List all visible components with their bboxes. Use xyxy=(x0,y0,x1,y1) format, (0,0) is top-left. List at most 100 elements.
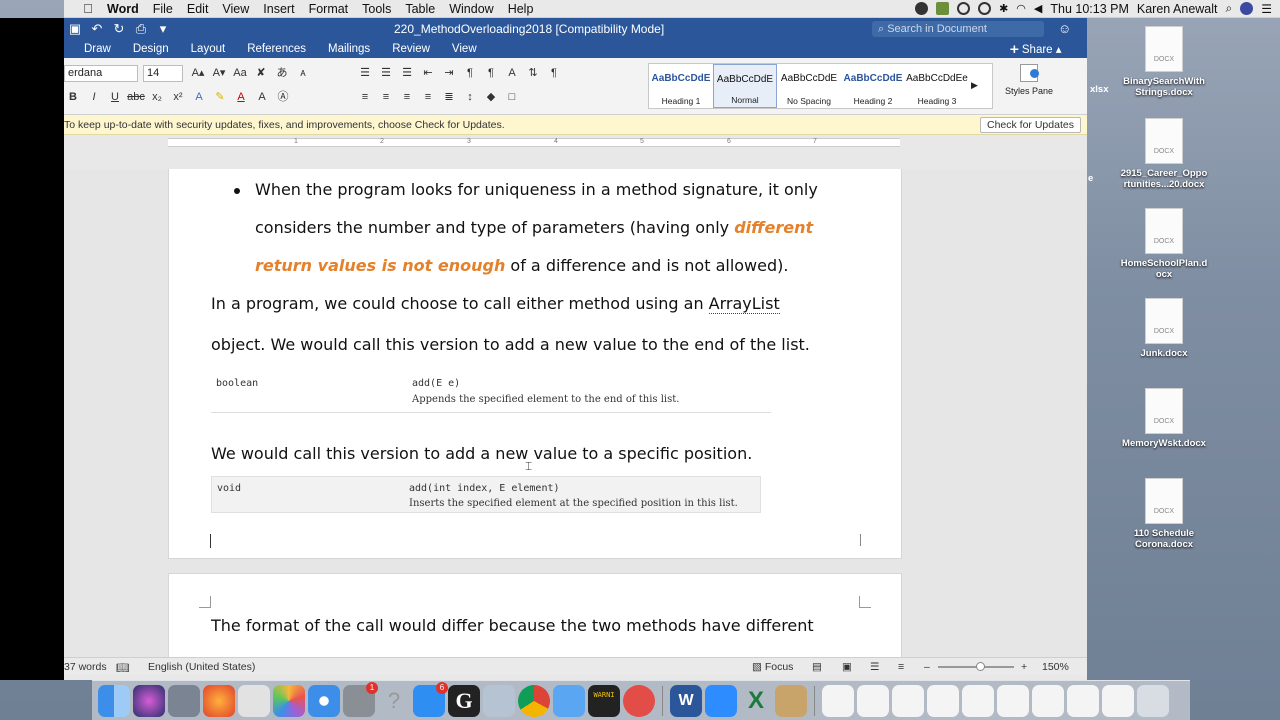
style-heading-2[interactable]: AaBbCcDdE Heading 2 xyxy=(841,64,905,108)
page-1[interactable]: When the program looks for uniqueness in… xyxy=(168,169,902,559)
multilevel-list-icon[interactable]: ☰ xyxy=(398,64,416,82)
word-count[interactable]: 37 words xyxy=(64,661,107,673)
redo-icon[interactable]: ↻ xyxy=(108,21,130,37)
minimized-window-thumbnail[interactable] xyxy=(997,684,1029,717)
tab-layout[interactable]: Layout xyxy=(180,43,237,55)
app-store-icon[interactable]: 6 xyxy=(413,681,448,717)
italic-icon[interactable]: I xyxy=(85,88,103,106)
volume-icon[interactable]: ◀ xyxy=(1034,2,1042,15)
user-name[interactable]: Karen Anewalt xyxy=(1137,2,1218,16)
web-layout-view-icon[interactable]: ▣ xyxy=(842,661,852,673)
styles-pane-button[interactable]: Styles Pane xyxy=(1004,64,1054,96)
distributed-icon[interactable]: ≣ xyxy=(440,88,458,106)
minimized-window-thumbnail[interactable] xyxy=(1102,684,1134,717)
underline-icon[interactable]: U xyxy=(106,88,124,106)
tab-view[interactable]: View xyxy=(441,43,488,55)
photos-icon[interactable] xyxy=(273,684,305,717)
font-name-select[interactable]: erdana xyxy=(64,64,138,82)
desktop-file-icon[interactable]: 2915_Career_Oppo rtunities...20.docx xyxy=(1114,118,1214,190)
style-no-spacing[interactable]: AaBbCcDdE No Spacing xyxy=(777,64,841,108)
record-icon[interactable] xyxy=(915,2,929,15)
sort-icon[interactable]: ⇅ xyxy=(524,64,542,82)
desktop-file-icon[interactable]: Junk.docx xyxy=(1114,298,1214,359)
zoom-icon[interactable] xyxy=(705,684,737,717)
text-effects-icon[interactable]: A xyxy=(190,88,208,106)
menu-view[interactable]: View xyxy=(215,2,256,16)
minimized-window-thumbnail[interactable] xyxy=(1032,684,1064,717)
zoom-out-icon[interactable]: – xyxy=(924,661,930,673)
style-heading-1[interactable]: AaBbCcDdE Heading 1 xyxy=(649,64,713,108)
character-shading-icon[interactable]: A xyxy=(253,88,271,106)
minimized-window-thumbnail[interactable] xyxy=(892,684,924,717)
launchpad-icon[interactable] xyxy=(168,684,200,717)
share-button[interactable]: ➕︎ Share ▴ xyxy=(1010,42,1062,57)
tab-draw[interactable]: Draw xyxy=(64,43,122,55)
clear-format-icon[interactable]: ✘ xyxy=(252,64,270,82)
menu-format[interactable]: Format xyxy=(302,2,356,16)
menu-help[interactable]: Help xyxy=(501,2,541,16)
draft-view-icon[interactable]: ≡ xyxy=(898,661,904,673)
desktop-file-icon[interactable]: BinarySearchWith Strings.docx xyxy=(1114,26,1214,98)
superscript-icon[interactable]: x² xyxy=(169,88,187,106)
minimized-window-thumbnail[interactable] xyxy=(927,684,959,717)
zoom-slider-knob[interactable] xyxy=(976,662,985,671)
desktop-file-icon[interactable]: 110 Schedule Corona.docx xyxy=(1114,478,1214,550)
show-formatting-icon[interactable]: ¶ xyxy=(545,64,563,82)
strikethrough-icon[interactable]: abc xyxy=(127,88,145,106)
help-icon[interactable]: ? xyxy=(378,685,410,717)
tab-references[interactable]: References xyxy=(236,43,317,55)
print-layout-view-icon[interactable]: ▤ xyxy=(812,661,822,673)
page-2[interactable]: The format of the call would differ beca… xyxy=(168,573,902,657)
installer-icon[interactable] xyxy=(775,684,807,717)
shrink-font-icon[interactable]: A▾ xyxy=(210,64,228,82)
proofing-icon[interactable]: 📖︎ xyxy=(116,661,129,674)
siri-icon[interactable] xyxy=(133,684,165,717)
bullets-icon[interactable]: ☰ xyxy=(356,64,374,82)
rtl-icon[interactable]: ¶ xyxy=(482,64,500,82)
safari-icon[interactable] xyxy=(308,684,340,717)
menu-tools[interactable]: Tools xyxy=(355,2,398,16)
grammarly-icon[interactable]: G xyxy=(448,684,480,717)
no-entry-icon[interactable] xyxy=(623,684,655,717)
styles-more-arrow-icon[interactable]: ▶ xyxy=(971,80,978,108)
feedback-smiley-icon[interactable]: ☺ xyxy=(1058,21,1071,36)
apple-menu-icon[interactable]:  xyxy=(76,1,100,16)
desktop-file-icon[interactable]: MemoryWskt.docx xyxy=(1114,388,1214,449)
bold-icon[interactable]: B xyxy=(64,88,82,106)
increase-indent-icon[interactable]: ⇥ xyxy=(440,64,458,82)
grow-font-icon[interactable]: A▴ xyxy=(189,64,207,82)
ruler[interactable]: 1 2 3 4 5 6 7 xyxy=(64,135,1087,149)
font-color-icon[interactable]: A xyxy=(232,88,250,106)
tab-review[interactable]: Review xyxy=(381,43,441,55)
menu-window[interactable]: Window xyxy=(442,2,500,16)
virtual-box-icon[interactable] xyxy=(483,684,515,717)
minimized-window-thumbnail[interactable] xyxy=(857,684,889,717)
font-size-select[interactable]: 14 xyxy=(143,64,183,82)
notification-center-icon[interactable]: ☰ xyxy=(1261,2,1272,16)
enclose-characters-icon[interactable]: Ⓐ xyxy=(274,88,292,106)
undo-icon[interactable]: ↶ xyxy=(86,21,108,37)
zoom-in-icon[interactable]: + xyxy=(1021,661,1027,673)
bluetooth-icon[interactable]: ✱ xyxy=(999,2,1008,15)
firefox-icon[interactable] xyxy=(203,684,235,717)
shading-icon[interactable]: ◆ xyxy=(482,88,500,106)
character-border-icon[interactable]: ᴀ xyxy=(294,64,312,82)
print-icon[interactable]: ⎙ xyxy=(130,21,152,37)
acrobat-icon[interactable] xyxy=(238,684,270,717)
borders-icon[interactable]: □ xyxy=(503,88,521,106)
style-heading-3[interactable]: AaBbCcDdEe Heading 3 xyxy=(905,64,969,108)
minimized-window-thumbnail[interactable] xyxy=(962,684,994,717)
console-icon[interactable]: WARNI xyxy=(588,684,620,717)
minimized-window-thumbnail[interactable] xyxy=(822,684,854,717)
numbering-icon[interactable]: ☰ xyxy=(377,64,395,82)
phonetic-guide-icon[interactable]: あ xyxy=(273,64,291,82)
justify-icon[interactable]: ≡ xyxy=(419,88,437,106)
shield-icon[interactable] xyxy=(936,2,950,15)
outline-view-icon[interactable]: ☰ xyxy=(870,661,879,673)
clock[interactable]: Thu 10:13 PM xyxy=(1050,2,1129,16)
align-right-icon[interactable]: ≡ xyxy=(398,88,416,106)
line-spacing-icon[interactable]: ↕ xyxy=(461,88,479,106)
style-normal[interactable]: AaBbCcDdE Normal xyxy=(713,64,777,108)
align-center-icon[interactable]: ≡ xyxy=(377,88,395,106)
menu-edit[interactable]: Edit xyxy=(180,2,216,16)
